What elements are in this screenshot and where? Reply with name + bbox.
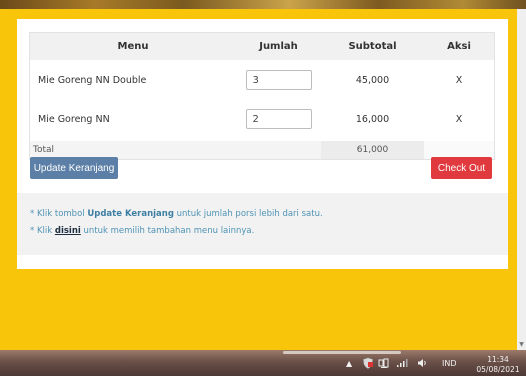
language-indicator[interactable]: IND xyxy=(442,350,457,376)
volume-icon[interactable] xyxy=(416,350,428,376)
header-action: Aksi xyxy=(447,41,471,52)
header-qty: Jumlah xyxy=(259,41,298,52)
header-subtotal: Subtotal xyxy=(348,41,397,52)
top-banner-strip xyxy=(0,0,526,9)
clock-date: 05/08/2021 xyxy=(476,365,520,374)
taskbar-clock[interactable]: 11:34 05/08/2021 xyxy=(470,355,526,375)
table-row: Mie Goreng NN 16,000 X xyxy=(30,103,494,135)
table-header: Menu Jumlah Subtotal Aksi xyxy=(30,33,494,60)
row-subtotal: 45,000 xyxy=(355,74,390,86)
signal-icon[interactable] xyxy=(396,350,408,376)
info-line-update: * Klik tombol Update Keranjang untuk jum… xyxy=(30,209,323,219)
row-qty-cell xyxy=(236,64,321,96)
tray-overflow-button[interactable]: ▲ xyxy=(346,350,352,376)
remove-item-button[interactable]: X xyxy=(424,103,494,135)
remove-item-button[interactable]: X xyxy=(424,64,494,96)
vertical-scrollbar[interactable]: ▼ xyxy=(517,9,526,350)
total-value: 61,000 xyxy=(321,141,424,159)
clock-time: 11:34 xyxy=(487,355,509,364)
total-spacer xyxy=(236,141,321,159)
quantity-input[interactable] xyxy=(245,70,312,90)
row-menu-name: Mie Goreng NN xyxy=(38,113,110,125)
quantity-input[interactable] xyxy=(245,109,312,129)
shield-icon[interactable] xyxy=(362,350,374,376)
checkout-button[interactable]: Check Out xyxy=(431,157,492,179)
row-menu-name: Mie Goreng NN Double xyxy=(38,74,147,86)
table-row: Mie Goreng NN Double 45,000 X xyxy=(30,64,494,96)
row-qty-cell xyxy=(236,103,321,135)
info-text: * Klik tombol xyxy=(30,209,88,219)
info-text: untuk jumlah porsi lebih dari satu. xyxy=(173,209,323,219)
info-panel: * Klik tombol Update Keranjang untuk jum… xyxy=(17,193,508,255)
info-text: untuk memilih tambahan menu lainnya. xyxy=(80,226,255,236)
cart-table: Menu Jumlah Subtotal Aksi Mie Goreng NN … xyxy=(29,32,495,160)
taskbar: ▲ IND 11:34 05/08/2021 xyxy=(0,350,526,376)
info-bold-text: Update Keranjang xyxy=(87,209,174,219)
scroll-down-arrow-icon[interactable]: ▼ xyxy=(518,341,525,348)
network-icon[interactable] xyxy=(378,350,390,376)
more-menu-link[interactable]: disini xyxy=(55,226,81,236)
update-cart-button[interactable]: Update Keranjang xyxy=(30,157,118,179)
header-menu: Menu xyxy=(117,41,149,52)
row-subtotal: 16,000 xyxy=(355,113,390,125)
cart-card: Menu Jumlah Subtotal Aksi Mie Goreng NN … xyxy=(17,19,508,269)
info-text: * Klik xyxy=(30,226,55,236)
info-line-menu: * Klik disini untuk memilih tambahan men… xyxy=(30,226,254,236)
